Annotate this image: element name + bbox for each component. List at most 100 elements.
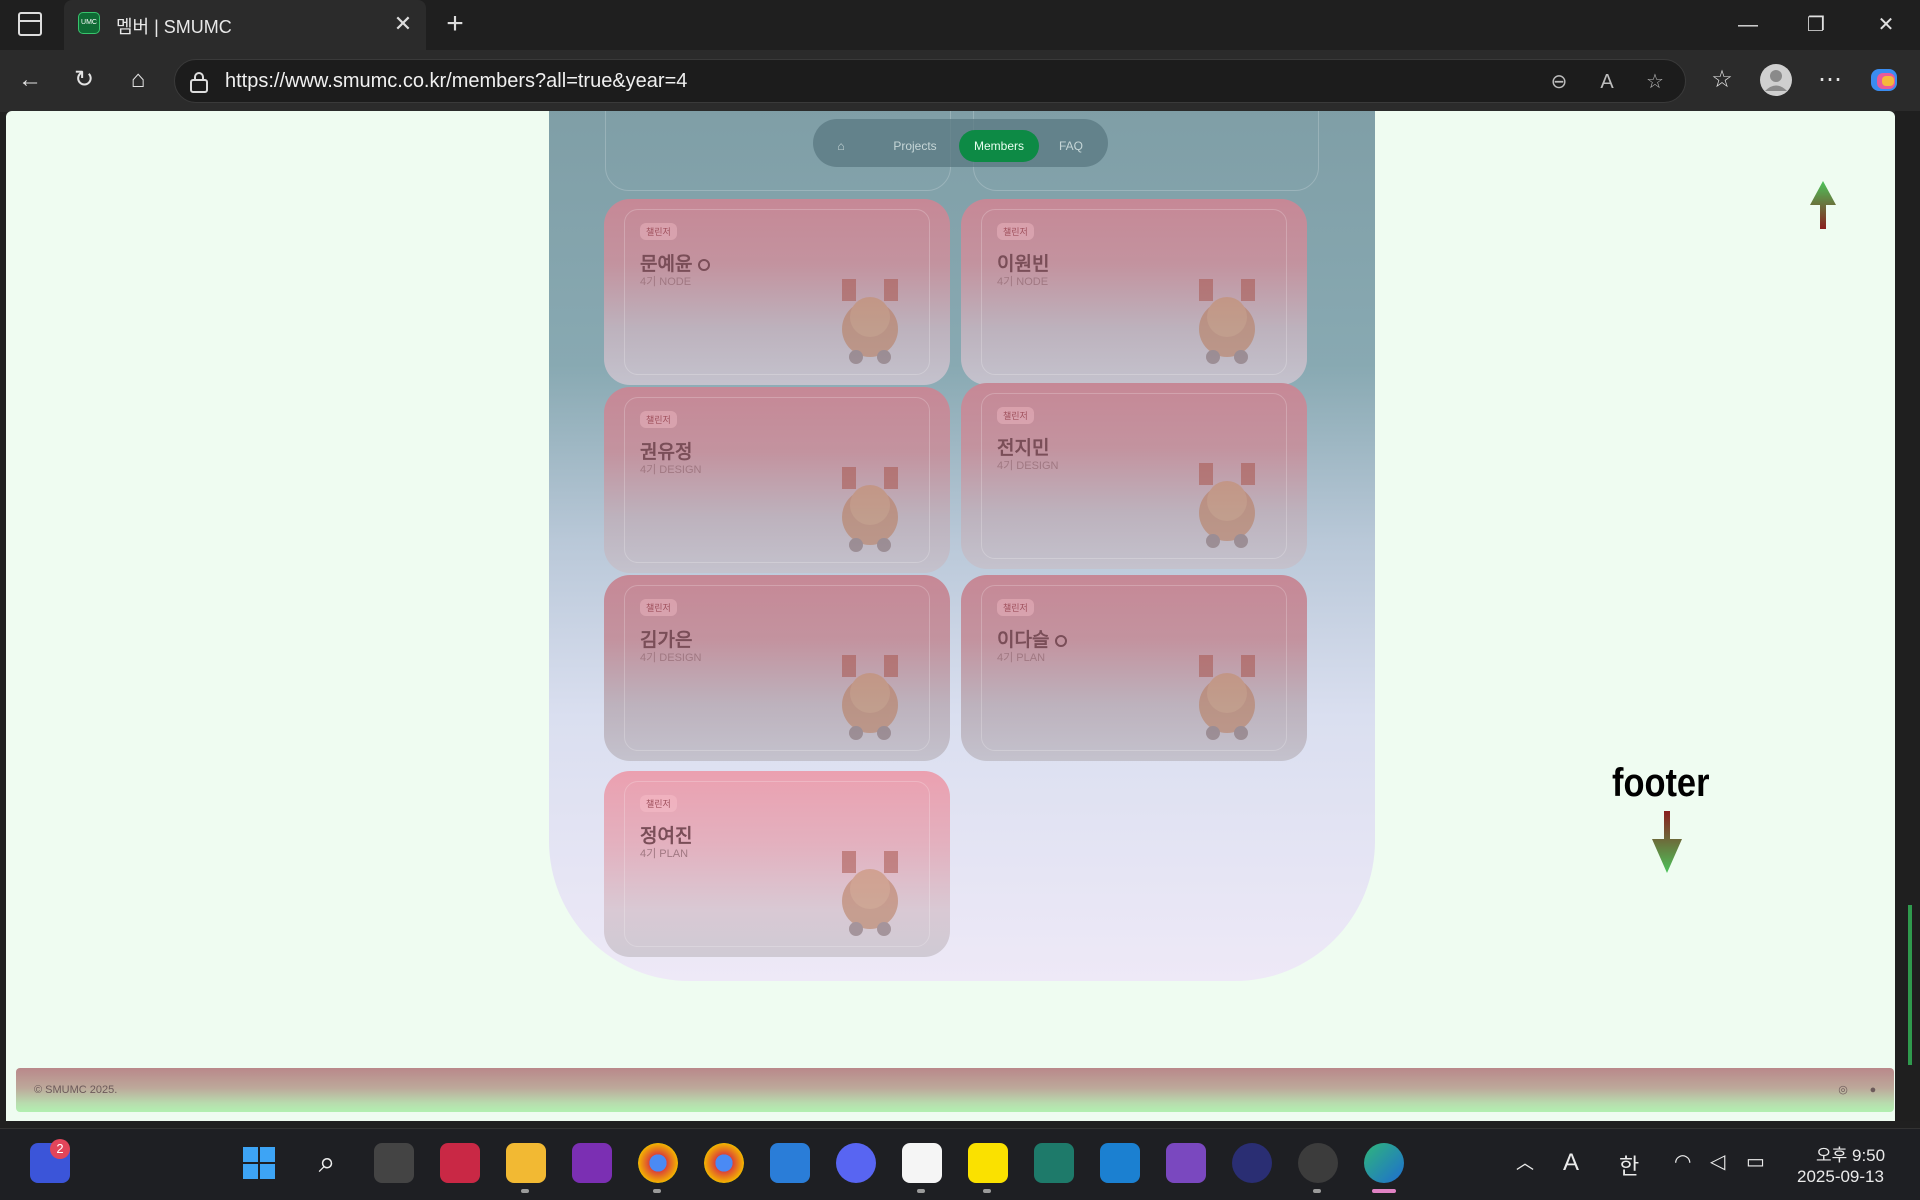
tab-actions-icon[interactable] [18,12,42,36]
mascot-icon [1199,655,1255,740]
start-icon[interactable] [239,1143,279,1183]
tray-overflow-icon[interactable]: ︿ [1516,1149,1534,1175]
running-indicator [917,1189,925,1193]
member-card[interactable]: 챌린저 권유정 4기 DESIGN [604,387,950,573]
instagram-icon[interactable]: ◎ [1836,1083,1850,1097]
windows-taskbar: 2 ⌕ ︿ A 한 ◠ ◁ ▭ 오후 9:50 2025-09-13 [0,1128,1920,1200]
onenote-icon[interactable] [572,1143,612,1183]
home-button[interactable]: ⌂ [122,64,154,96]
url-text[interactable]: https://www.smumc.co.kr/members?all=true… [225,70,687,93]
search-icon[interactable]: ⌕ [307,1143,347,1183]
copilot-icon[interactable] [1868,64,1900,96]
nav-faq[interactable]: FAQ [1043,130,1099,162]
member-name: 이다슬 [997,625,1068,652]
refresh-button[interactable]: ↻ [68,64,100,96]
member-meta: 4기 DESIGN [640,652,702,664]
zoom-out-icon[interactable]: ⊖ [1545,68,1573,96]
vs-code-insiders-icon[interactable] [1034,1143,1074,1183]
discord-icon[interactable] [836,1143,876,1183]
running-indicator [521,1189,529,1193]
restore-button[interactable]: ❐ [1796,10,1836,40]
page-viewport: ⌂ Projects Members FAQ 챌린저 문예윤 4기 NODE 챌… [6,111,1895,1121]
notification-badge: 2 [50,1139,70,1159]
nav-members[interactable]: Members [959,130,1039,162]
chrome-profile-icon[interactable] [638,1143,678,1183]
running-indicator [1313,1189,1321,1193]
clock-time[interactable]: 오후 9:50 [1816,1141,1885,1166]
github-icon[interactable] [698,258,711,271]
battery-icon[interactable]: ▭ [1746,1149,1765,1174]
obs-icon[interactable] [1298,1143,1338,1183]
kakaotalk-icon[interactable] [968,1143,1008,1183]
nav-projects[interactable]: Projects [875,130,955,162]
vpn-lock-icon[interactable] [440,1143,480,1183]
browser-titlebar: UMC 멤버 | SMUMC ✕ + — ❐ ✕ [0,0,1920,50]
site-favicon-icon: UMC [78,12,100,34]
scroll-up-arrow-icon[interactable] [1808,181,1838,231]
footer-copyright: © SMUMC 2025. [34,1084,118,1096]
role-badge: 챌린저 [997,223,1034,240]
scrollbar-thumb[interactable] [1908,905,1912,1065]
notion-icon[interactable] [902,1143,942,1183]
favorites-button[interactable]: ☆ [1706,64,1738,96]
member-card[interactable]: 챌린저 이다슬 4기 PLAN [961,575,1307,761]
member-card[interactable]: 챌린저 전지민 4기 DESIGN [961,383,1307,569]
role-badge: 챌린저 [640,795,677,812]
back-button[interactable]: ← [14,64,46,96]
scroll-down-arrow-icon[interactable] [1650,811,1684,875]
visual-studio-icon[interactable] [1166,1143,1206,1183]
vscode-icon[interactable] [1100,1143,1140,1183]
footer-annotation-label: footer [1612,761,1710,805]
mascot-icon [842,851,898,936]
role-badge: 챌린저 [640,411,677,428]
home-icon[interactable]: ⌂ [823,130,859,162]
member-card[interactable]: 챌린저 이원빈 4기 NODE [961,199,1307,385]
task-view-icon[interactable] [374,1143,414,1183]
member-card[interactable]: 챌린저 김가은 4기 DESIGN [604,575,950,761]
profile-avatar[interactable] [1760,64,1792,96]
member-name: 문예윤 [640,249,711,276]
close-window-button[interactable]: ✕ [1866,10,1906,40]
lock-icon[interactable] [189,71,209,93]
role-badge: 챌린저 [640,599,677,616]
member-name: 김가은 [640,630,693,651]
chrome-icon[interactable] [704,1143,744,1183]
member-meta: 4기 NODE [997,276,1049,288]
browser-tab[interactable]: UMC 멤버 | SMUMC ✕ [64,0,426,50]
member-name: 정여진 [640,826,693,847]
address-bar[interactable]: https://www.smumc.co.kr/members?all=true… [174,59,1686,103]
running-indicator [983,1189,991,1193]
volume-icon[interactable]: ◁ [1710,1149,1725,1174]
file-explorer-icon[interactable] [506,1143,546,1183]
member-meta: 4기 PLAN [997,652,1046,664]
tab-title: 멤버 | SMUMC [116,17,232,37]
minimize-button[interactable]: — [1728,10,1768,40]
close-tab-icon[interactable]: ✕ [390,11,416,37]
read-aloud-icon[interactable]: A [1593,68,1621,96]
edge-icon[interactable] [1364,1143,1404,1183]
member-meta: 4기 NODE [640,276,692,288]
chat-icon[interactable]: ● [1866,1083,1880,1097]
member-card[interactable]: 챌린저 문예윤 4기 NODE [604,199,950,385]
mascot-icon [842,467,898,552]
member-name: 전지민 [997,438,1050,459]
new-tab-button[interactable]: + [440,9,470,40]
ime-language[interactable]: 한 [1619,1149,1639,1181]
clock-date[interactable]: 2025-09-13 [1797,1167,1884,1187]
active-indicator [1372,1189,1396,1193]
more-menu-button[interactable]: ⋯ [1814,64,1846,96]
mascot-icon [1199,279,1255,364]
role-badge: 챌린저 [997,599,1034,616]
photos-icon[interactable] [770,1143,810,1183]
mascot-icon [1199,463,1255,548]
eclipse-icon[interactable] [1232,1143,1272,1183]
top-nav: ⌂ Projects Members FAQ [813,119,1108,167]
member-meta: 4기 DESIGN [997,460,1059,472]
wifi-icon[interactable]: ◠ [1674,1149,1691,1174]
member-card[interactable]: 챌린저 정여진 4기 PLAN [604,771,950,957]
add-favorite-icon[interactable]: ☆ [1641,68,1669,96]
member-name: 이원빈 [997,254,1050,275]
ime-mode[interactable]: A [1563,1149,1579,1177]
running-indicator [653,1189,661,1193]
github-icon[interactable] [1055,634,1068,647]
